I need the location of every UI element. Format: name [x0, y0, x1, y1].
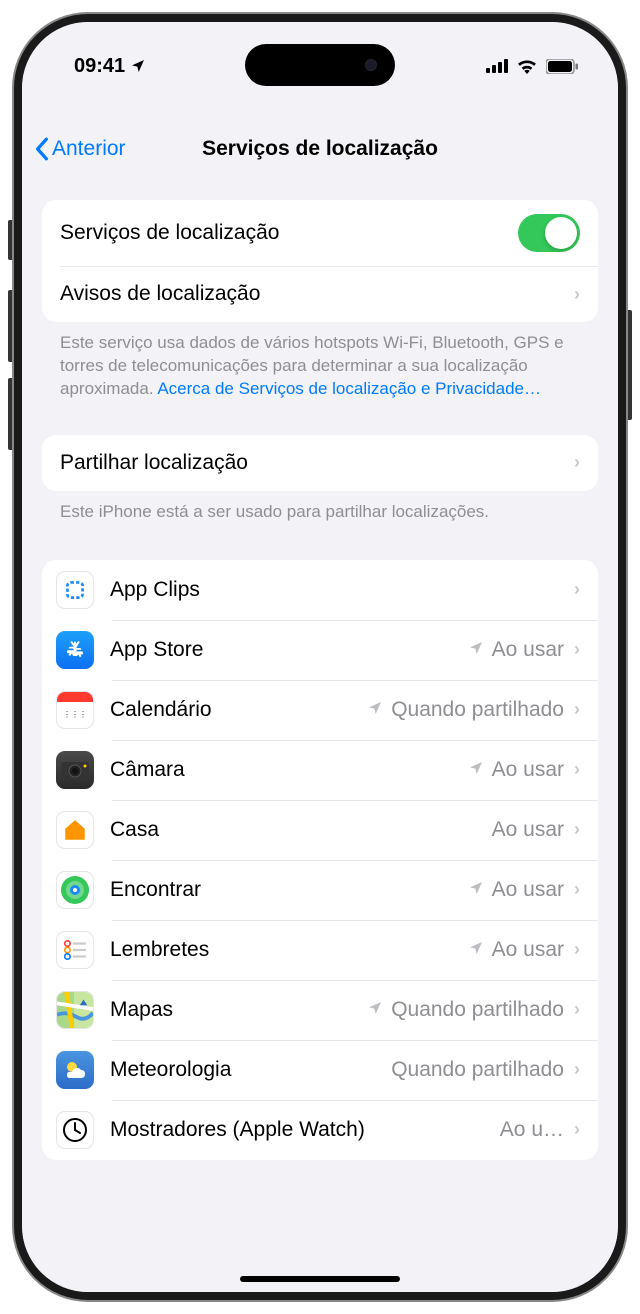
findmy-icon: [56, 871, 94, 909]
app-name: Casa: [110, 818, 492, 842]
content[interactable]: Serviços de localização Avisos de locali…: [22, 192, 618, 1292]
app-row-camera[interactable]: Câmara Ao usar ›: [42, 740, 598, 800]
app-status: Ao usar: [492, 758, 564, 782]
app-status: Ao usar: [492, 938, 564, 962]
appstore-icon: [56, 631, 94, 669]
chevron-right-icon: ›: [574, 452, 580, 473]
maps-icon: [56, 991, 94, 1029]
app-status: Quando partilhado: [391, 698, 564, 722]
app-status: Quando partilhado: [391, 1058, 564, 1082]
app-name: App Store: [110, 638, 468, 662]
section-location-services: Serviços de localização Avisos de locali…: [42, 200, 598, 322]
location-indicator-icon: [367, 698, 383, 722]
camera-icon: [56, 751, 94, 789]
app-name: Lembretes: [110, 938, 468, 962]
app-row-appstore[interactable]: App Store Ao usar ›: [42, 620, 598, 680]
chevron-right-icon: ›: [574, 579, 580, 600]
back-button[interactable]: Anterior: [34, 137, 126, 161]
row-location-services[interactable]: Serviços de localização: [42, 200, 598, 266]
row-location-alerts[interactable]: Avisos de localização ›: [42, 266, 598, 322]
page-title: Serviços de localização: [202, 137, 438, 161]
row-share-location[interactable]: Partilhar localização ›: [42, 435, 598, 491]
app-status: Ao usar: [492, 818, 564, 842]
status-time: 09:41: [74, 55, 125, 78]
app-name: App Clips: [110, 578, 564, 602]
appclips-icon: [56, 571, 94, 609]
watch-icon: [56, 1111, 94, 1149]
section2-footer: Este iPhone está a ser usado para partil…: [42, 491, 598, 528]
location-services-label: Serviços de localização: [60, 221, 518, 245]
phone-frame: 09:41 Anterior: [14, 14, 626, 1300]
app-status: Quando partilhado: [391, 998, 564, 1022]
app-row-appclips[interactable]: App Clips ›: [42, 560, 598, 620]
app-row-reminders[interactable]: Lembretes Ao usar ›: [42, 920, 598, 980]
battery-icon: [546, 59, 578, 74]
privacy-link[interactable]: Acerca de Serviços de localização e Priv…: [157, 379, 541, 398]
section-share-location: Partilhar localização ›: [42, 435, 598, 491]
app-name: Calendário: [110, 698, 367, 722]
back-label: Anterior: [52, 137, 126, 161]
chevron-right-icon: ›: [574, 759, 580, 780]
app-name: Encontrar: [110, 878, 468, 902]
location-indicator-icon: [468, 638, 484, 662]
app-name: Mapas: [110, 998, 367, 1022]
share-location-label: Partilhar localização: [60, 451, 564, 475]
chevron-right-icon: ›: [574, 1059, 580, 1080]
screen: 09:41 Anterior: [22, 22, 618, 1292]
location-indicator-icon: [468, 878, 484, 902]
app-name: Câmara: [110, 758, 468, 782]
app-status: Ao usar: [492, 878, 564, 902]
app-name: Meteorologia: [110, 1058, 391, 1082]
chevron-right-icon: ›: [574, 879, 580, 900]
nav-bar: Anterior Serviços de localização: [22, 122, 618, 176]
power-button[interactable]: [626, 310, 632, 420]
chevron-right-icon: ›: [574, 819, 580, 840]
chevron-right-icon: ›: [574, 284, 580, 305]
chevron-right-icon: ›: [574, 639, 580, 660]
section1-footer: Este serviço usa dados de vários hotspot…: [42, 322, 598, 405]
chevron-right-icon: ›: [574, 939, 580, 960]
calendar-icon: ⋮⋮⋮: [56, 691, 94, 729]
reminders-icon: [56, 931, 94, 969]
app-status: Ao usar: [492, 638, 564, 662]
location-alerts-label: Avisos de localização: [60, 282, 564, 306]
app-row-weather[interactable]: MeteorologiaQuando partilhado ›: [42, 1040, 598, 1100]
app-row-findmy[interactable]: Encontrar Ao usar ›: [42, 860, 598, 920]
home-indicator[interactable]: [240, 1276, 400, 1282]
app-status: Ao u…: [500, 1118, 564, 1142]
app-row-watch[interactable]: Mostradores (Apple Watch)Ao u… ›: [42, 1100, 598, 1160]
weather-icon: [56, 1051, 94, 1089]
app-name: Mostradores (Apple Watch): [110, 1118, 500, 1142]
cellular-icon: [486, 59, 508, 73]
chevron-right-icon: ›: [574, 699, 580, 720]
chevron-right-icon: ›: [574, 1119, 580, 1140]
home-icon: [56, 811, 94, 849]
app-row-home[interactable]: CasaAo usar ›: [42, 800, 598, 860]
app-row-maps[interactable]: Mapas Quando partilhado ›: [42, 980, 598, 1040]
app-row-calendar[interactable]: ⋮⋮⋮ Calendário Quando partilhado ›: [42, 680, 598, 740]
wifi-icon: [516, 58, 538, 74]
location-indicator-icon: [367, 998, 383, 1022]
location-icon: [130, 58, 146, 74]
location-indicator-icon: [468, 758, 484, 782]
dynamic-island: [245, 44, 395, 86]
chevron-left-icon: [34, 137, 50, 161]
section-apps: App Clips › App Store Ao usar › ⋮⋮⋮ Calendário…: [42, 560, 598, 1160]
location-services-toggle[interactable]: [518, 214, 580, 252]
chevron-right-icon: ›: [574, 999, 580, 1020]
location-indicator-icon: [468, 938, 484, 962]
